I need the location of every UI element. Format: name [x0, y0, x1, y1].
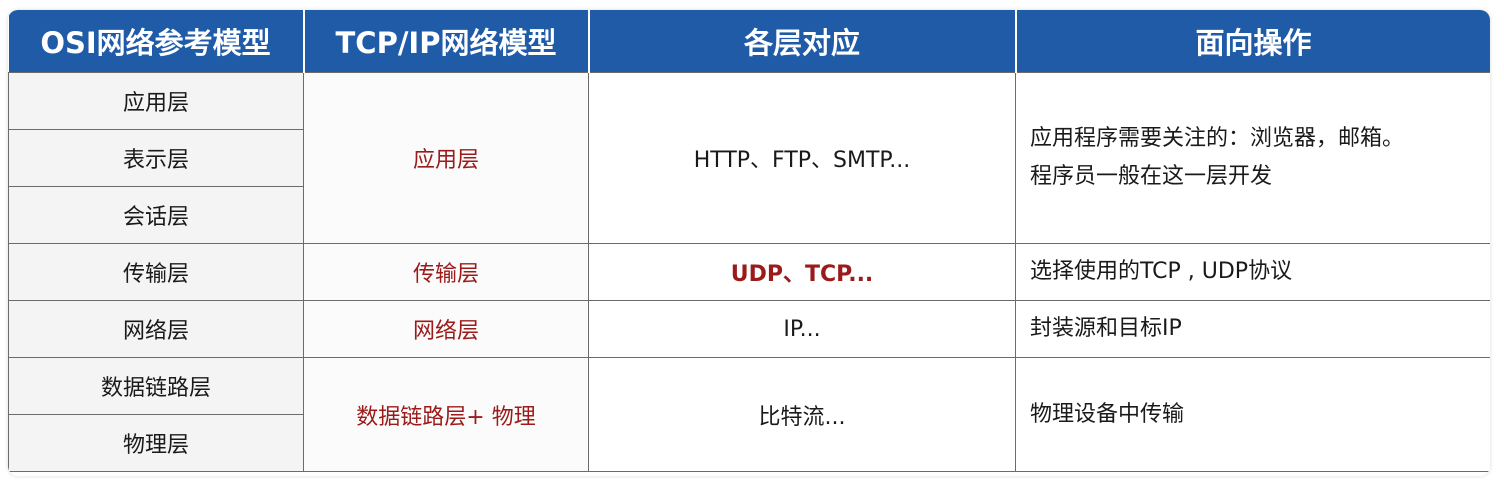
header-protocols: 各层对应 [588, 10, 1017, 73]
operation-network: 封装源和目标IP [1015, 300, 1490, 358]
table-row: 数据链路层 数据链路层+ 物理 比特流... 物理设备中传输 [8, 357, 1490, 472]
osi-tcpip-table-frame: OSI网络参考模型 TCP/IP网络模型 各层对应 面向操作 应用层 应用层 H… [8, 10, 1490, 476]
osi-layer-application: 应用层 [8, 72, 304, 130]
operation-transport: 选择使用的TCP , UDP协议 [1015, 243, 1490, 301]
tcp-layer-application: 应用层 [303, 72, 589, 244]
operation-link: 物理设备中传输 [1015, 357, 1490, 472]
protocols-network: IP... [588, 300, 1016, 358]
header-row: OSI网络参考模型 TCP/IP网络模型 各层对应 面向操作 [8, 10, 1490, 73]
table-row: 传输层 传输层 UDP、TCP... 选择使用的TCP , UDP协议 [8, 243, 1490, 301]
osi-layer-session: 会话层 [8, 186, 304, 244]
tcp-layer-transport: 传输层 [303, 243, 589, 301]
table-row: 网络层 网络层 IP... 封装源和目标IP [8, 300, 1490, 358]
osi-layer-physical: 物理层 [8, 414, 304, 472]
protocols-link: 比特流... [588, 357, 1016, 472]
header-operations: 面向操作 [1015, 10, 1490, 73]
protocols-application: HTTP、FTP、SMTP... [588, 72, 1016, 244]
osi-layer-transport: 传输层 [8, 243, 304, 301]
operation-application-line-2: 程序员一般在这一层开发 [1030, 164, 1273, 189]
osi-layer-network: 网络层 [8, 300, 304, 358]
osi-layer-presentation: 表示层 [8, 129, 304, 187]
tcp-layer-network: 网络层 [303, 300, 589, 358]
table-row: 应用层 应用层 HTTP、FTP、SMTP... 应用程序需要关注的：浏览器，邮… [8, 72, 1490, 244]
header-tcpip: TCP/IP网络模型 [303, 10, 590, 73]
operation-application: 应用程序需要关注的：浏览器，邮箱。 程序员一般在这一层开发 [1015, 72, 1490, 244]
protocols-transport: UDP、TCP... [588, 243, 1016, 301]
operation-application-line-1: 应用程序需要关注的：浏览器，邮箱。 [1030, 126, 1405, 151]
osi-tcpip-table: OSI网络参考模型 TCP/IP网络模型 各层对应 面向操作 应用层 应用层 H… [8, 10, 1490, 472]
header-osi: OSI网络参考模型 [8, 10, 305, 73]
osi-layer-data-link: 数据链路层 [8, 357, 304, 415]
tcp-layer-link-physical: 数据链路层+ 物理 [303, 357, 589, 472]
